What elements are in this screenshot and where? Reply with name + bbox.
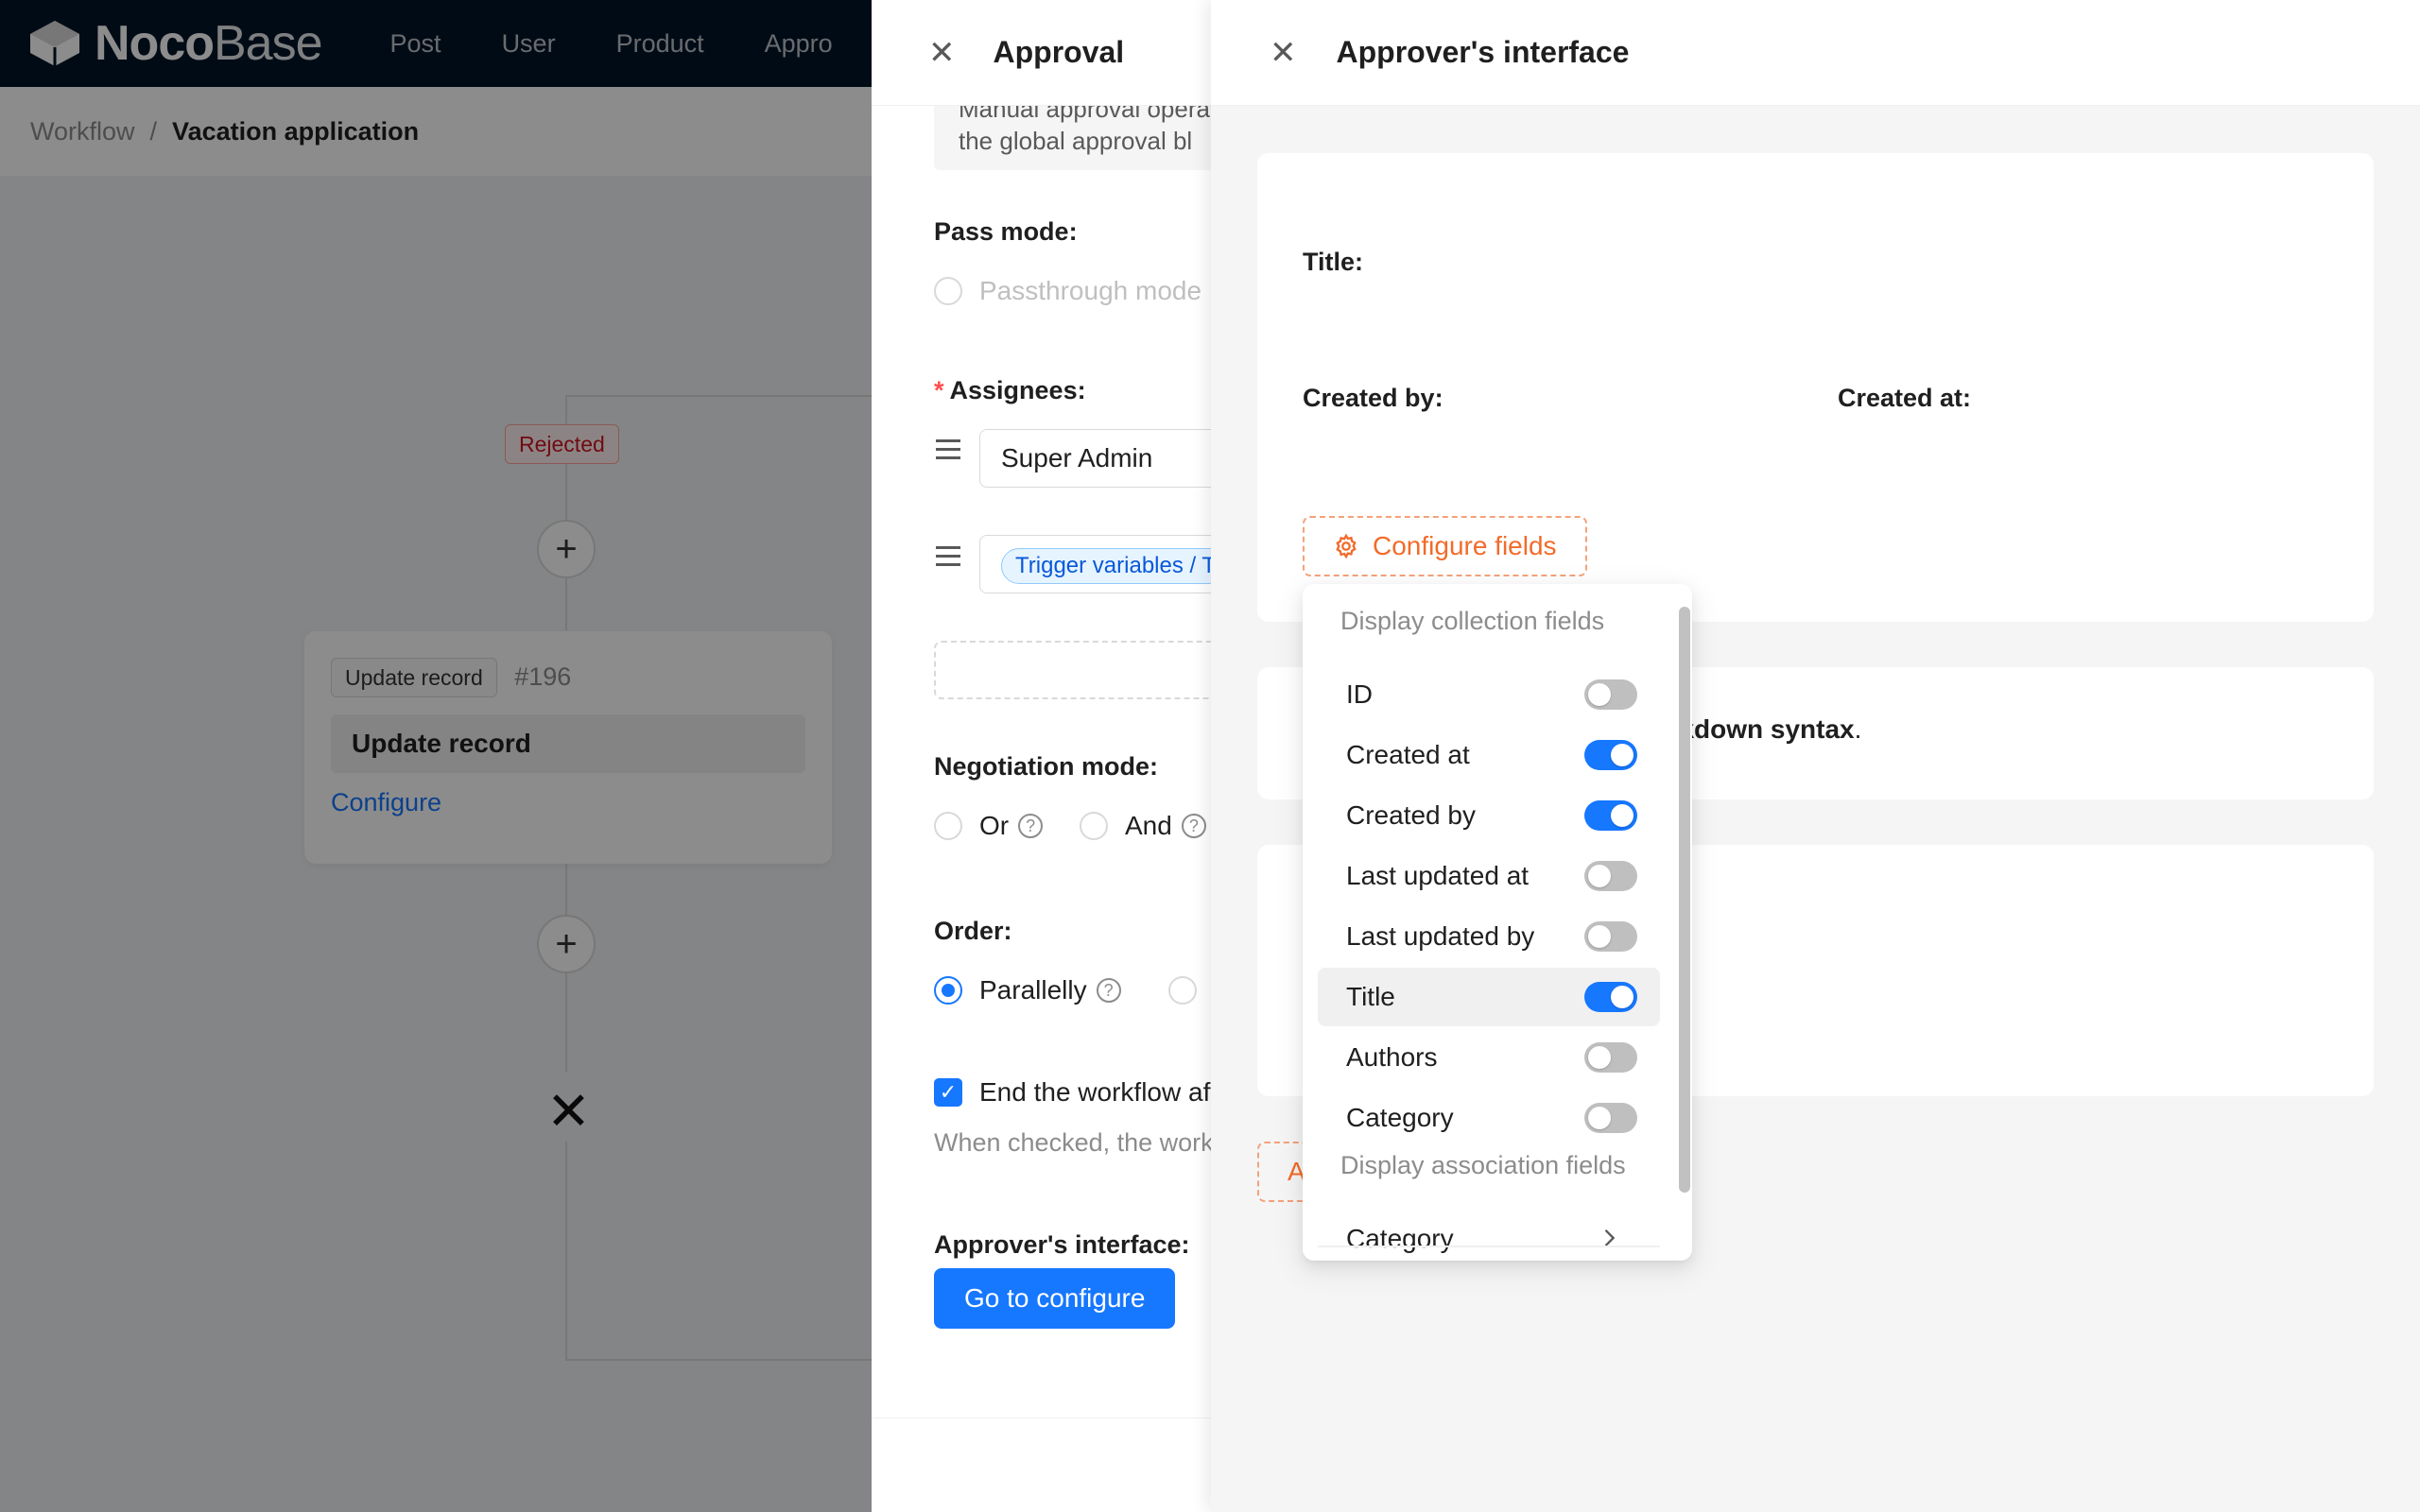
toggle-switch-on[interactable] (1584, 800, 1637, 831)
radio-label: And (1125, 811, 1172, 840)
menu-item-category[interactable]: Category (1318, 1089, 1660, 1147)
toggle-switch-on[interactable] (1584, 982, 1637, 1012)
toggle-switch-off[interactable] (1584, 1042, 1637, 1073)
menu-item-last-updated-by[interactable]: Last updated by (1318, 907, 1660, 966)
help-icon[interactable]: ? (1018, 814, 1044, 838)
menu-item-created-at[interactable]: Created at (1318, 726, 1660, 784)
drag-handle-icon[interactable] (936, 541, 960, 572)
radio-circle (934, 812, 962, 840)
gear-icon (1333, 533, 1359, 559)
assignees-label: * Assignees: (934, 376, 1086, 404)
menu-item-label: Title (1346, 982, 1395, 1011)
field-created-by-label: Created by: (1303, 384, 1443, 412)
field-created-at-label: Created at: (1838, 384, 1972, 412)
go-to-configure-button[interactable]: Go to configure (934, 1268, 1176, 1329)
radio-label: Passthrough mode (979, 276, 1202, 305)
order-parallelly-radio[interactable]: Parallelly ? (934, 975, 1121, 1005)
help-icon[interactable]: ? (1096, 978, 1121, 1003)
toggle-switch-on[interactable] (1584, 740, 1637, 770)
passthrough-radio[interactable]: Passthrough mode ? (934, 276, 1236, 306)
configure-fields-dropdown: Display collection fields ID Created at … (1303, 584, 1692, 1261)
order-label: Order: (934, 917, 1012, 945)
check-icon: ✓ (934, 1078, 962, 1107)
negotiation-or-radio[interactable]: Or ? (934, 811, 1044, 841)
menu-item-label: Category (1346, 1224, 1454, 1253)
group-association-fields: Display association fields (1340, 1151, 1626, 1179)
interface-drawer-header: ✕ Approver's interface (1211, 0, 2420, 106)
drag-handle-icon[interactable] (936, 434, 960, 465)
menu-item-authors[interactable]: Authors (1318, 1028, 1660, 1087)
group-collection-fields: Display collection fields (1340, 607, 1605, 635)
approver-interface-label: Approver's interface: (934, 1230, 1190, 1259)
menu-item-label: ID (1346, 679, 1373, 709)
menu-item-label: Authors (1346, 1042, 1438, 1072)
configure-fields-button[interactable]: Configure fields (1303, 516, 1587, 576)
negotiation-mode-label: Negotiation mode: (934, 752, 1158, 781)
radio-circle (1168, 976, 1197, 1005)
end-workflow-help: When checked, the work (934, 1128, 1214, 1157)
close-icon[interactable]: ✕ (1270, 37, 1297, 69)
menu-item-created-by[interactable]: Created by (1318, 786, 1660, 845)
radio-label: Parallelly (979, 975, 1087, 1005)
menu-item-label: Last updated by (1346, 921, 1535, 951)
field-title-label: Title: (1303, 248, 1364, 276)
menu-item-last-updated-at[interactable]: Last updated at (1318, 847, 1660, 905)
end-workflow-checkbox[interactable]: ✓ End the workflow aft (934, 1077, 1218, 1108)
menu-item-label: Created at (1346, 740, 1470, 769)
toggle-switch-off[interactable] (1584, 861, 1637, 891)
menu-item-label: Created by (1346, 800, 1476, 830)
toggle-switch-off[interactable] (1584, 1103, 1637, 1133)
menu-item-category-association[interactable]: Category (1318, 1210, 1660, 1261)
radio-circle-checked (934, 976, 962, 1005)
dropdown-divider (1318, 1246, 1660, 1247)
menu-item-title[interactable]: Title (1318, 968, 1660, 1026)
toggle-switch-off[interactable] (1584, 679, 1637, 710)
checkbox-label: End the workflow aft (979, 1077, 1219, 1107)
details-block: Title: Created by: Created at: Configure… (1257, 153, 2374, 622)
radio-circle (1080, 812, 1108, 840)
radio-circle (934, 277, 962, 305)
toggle-switch-off[interactable] (1584, 921, 1637, 952)
approval-drawer-title: Approval (993, 35, 1125, 69)
menu-item-label: Category (1346, 1103, 1454, 1132)
negotiation-and-radio[interactable]: And ? (1080, 811, 1206, 841)
menu-item-id[interactable]: ID (1318, 665, 1660, 724)
menu-item-label: Last updated at (1346, 861, 1530, 890)
configure-fields-label: Configure fields (1373, 531, 1557, 560)
dropdown-scrollbar[interactable] (1679, 607, 1690, 1193)
interface-drawer-title: Approver's interface (1336, 35, 1630, 69)
pass-mode-label: Pass mode: (934, 217, 1078, 246)
radio-label: Or (979, 811, 1010, 840)
close-icon[interactable]: ✕ (928, 37, 956, 69)
variable-tag: Trigger variables / Tr (1001, 548, 1237, 584)
help-icon[interactable]: ? (1181, 814, 1206, 838)
